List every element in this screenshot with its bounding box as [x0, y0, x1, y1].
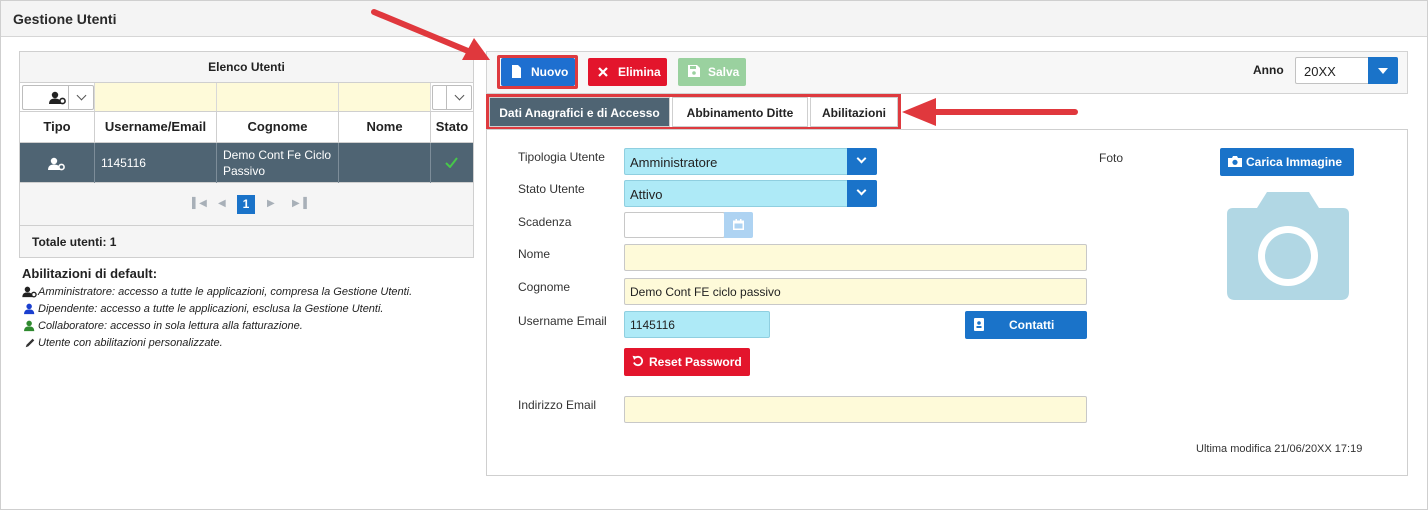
- cell-cognome-text: Demo Cont Fe Ciclo Passivo: [223, 148, 332, 178]
- year-select-value: 20XX: [1304, 64, 1336, 79]
- total-users: Totale utenti: 1: [32, 235, 117, 249]
- stato-value: Attivo: [630, 187, 663, 202]
- email-input[interactable]: [624, 396, 1087, 423]
- filter-cell-tipo: [20, 83, 95, 111]
- foto-label: Foto: [1099, 151, 1124, 165]
- reset-password-button[interactable]: Reset Password: [624, 348, 750, 376]
- column-header-cognome[interactable]: Cognome: [217, 112, 339, 142]
- save-button-label: Salva: [708, 65, 740, 79]
- column-header-username[interactable]: Username/Email: [95, 112, 217, 142]
- cell-stato: [431, 143, 473, 183]
- nome-filter-input[interactable]: [339, 83, 431, 111]
- column-header-nome[interactable]: Nome: [339, 112, 431, 142]
- page-header: Gestione Utenti: [1, 1, 1427, 37]
- admin-user-icon: [22, 286, 37, 298]
- cognome-input[interactable]: Demo Cont FE ciclo passivo: [624, 278, 1087, 305]
- users-list-title: Elenco Utenti: [20, 52, 473, 83]
- type-filter-dropdown[interactable]: [22, 85, 94, 110]
- cognome-value: Demo Cont FE ciclo passivo: [630, 285, 781, 299]
- legend-custom-text: Utente con abilitazioni personalizzate.: [38, 337, 223, 349]
- reset-password-label: Reset Password: [649, 355, 742, 369]
- last-modified: Ultima modifica 21/06/20XX 17:19: [1196, 443, 1363, 455]
- username-label: Username Email: [518, 314, 607, 328]
- users-grid-header: Tipo Username/Email Cognome Nome Stato: [20, 112, 473, 143]
- upload-image-label: Carica Immagine: [1246, 155, 1343, 169]
- legend-collaborator: Collaboratore: accesso in sola lettura a…: [22, 318, 472, 335]
- caret-down-icon[interactable]: [1368, 57, 1398, 84]
- chevron-down-icon[interactable]: [847, 148, 877, 175]
- cell-username-text: 1145116: [101, 156, 146, 170]
- tipologia-select[interactable]: Amministratore: [624, 148, 877, 175]
- page-title: Gestione Utenti: [13, 11, 117, 27]
- save-button[interactable]: Salva: [678, 58, 746, 86]
- collaborator-user-icon: [24, 320, 35, 332]
- username-filter-input[interactable]: [95, 83, 217, 111]
- username-value: 1145116: [630, 318, 675, 332]
- cell-nome: [339, 143, 431, 183]
- default-permissions-title: Abilitazioni di default:: [22, 266, 158, 281]
- pencil-icon: [25, 338, 35, 348]
- email-label: Indirizzo Email: [518, 398, 597, 412]
- check-icon: [445, 157, 458, 168]
- legend-admin: Amministratore: accesso a tutte le appli…: [22, 284, 472, 301]
- annotation-highlight-new: [497, 55, 578, 89]
- legend-employee: Dipendente: accesso a tutte le applicazi…: [22, 301, 472, 318]
- admin-user-icon: [48, 157, 65, 171]
- year-label: Anno: [1253, 63, 1284, 77]
- table-row[interactable]: 1145116 Demo Cont Fe Ciclo Passivo: [20, 143, 473, 183]
- stato-label: Stato Utente: [518, 182, 585, 196]
- cell-username: 1145116: [95, 143, 217, 183]
- contatti-button[interactable]: Contatti: [965, 311, 1087, 339]
- cognome-label: Cognome: [518, 280, 571, 294]
- scadenza-input[interactable]: [624, 212, 725, 238]
- tipologia-value: Amministratore: [630, 155, 718, 170]
- employee-user-icon: [24, 303, 35, 315]
- legend-collaborator-text: Collaboratore: accesso in sola lettura a…: [38, 320, 303, 332]
- chevron-down-icon[interactable]: [68, 86, 94, 109]
- current-page[interactable]: 1: [237, 195, 255, 214]
- calendar-glyph-icon: [733, 219, 744, 230]
- upload-image-button[interactable]: Carica Immagine: [1220, 148, 1354, 176]
- legend-custom: Utente con abilitazioni personalizzate.: [22, 335, 472, 352]
- column-header-tipo[interactable]: Tipo: [20, 112, 95, 142]
- year-select[interactable]: 20XX: [1295, 57, 1398, 84]
- column-header-stato[interactable]: Stato: [431, 112, 473, 142]
- delete-button-label: Elimina: [618, 65, 661, 79]
- stato-select[interactable]: Attivo: [624, 180, 877, 207]
- delete-button[interactable]: Elimina: [588, 58, 667, 86]
- pager: ▌◀ ◀ 1 ▶ ▶▐: [20, 183, 473, 226]
- reset-icon: [632, 355, 644, 367]
- contatti-button-label: Contatti: [1009, 318, 1055, 332]
- next-page-icon[interactable]: ▶: [267, 198, 275, 209]
- state-filter-dropdown[interactable]: [432, 85, 472, 110]
- annotation-highlight-tabs: [486, 94, 901, 130]
- chevron-down-icon[interactable]: [847, 180, 877, 207]
- tipologia-label: Tipologia Utente: [518, 150, 605, 164]
- last-page-icon[interactable]: ▶▐: [292, 198, 307, 209]
- username-input[interactable]: 1145116: [624, 311, 770, 338]
- users-list-panel: Elenco Utenti Tipo Username/Email Cognom…: [19, 51, 474, 258]
- cell-cognome: Demo Cont Fe Ciclo Passivo: [217, 143, 339, 183]
- filter-row: [20, 83, 473, 112]
- default-permissions: Abilitazioni di default: Amministratore:…: [22, 266, 472, 352]
- admin-user-icon: [49, 91, 66, 105]
- legend-employee-text: Dipendente: accesso a tutte le applicazi…: [38, 303, 384, 315]
- legend-admin-text: Amministratore: accesso a tutte le appli…: [38, 286, 413, 298]
- close-icon: [598, 67, 608, 77]
- first-page-icon[interactable]: ▌◀: [192, 198, 207, 209]
- nome-input[interactable]: [624, 244, 1087, 271]
- scadenza-label: Scadenza: [518, 215, 572, 229]
- contact-card-icon: [974, 318, 984, 331]
- cognome-filter-input[interactable]: [217, 83, 339, 111]
- prev-page-icon[interactable]: ◀: [218, 198, 226, 209]
- calendar-icon[interactable]: [724, 212, 753, 238]
- cell-tipo: [20, 143, 95, 183]
- camera-icon: [1228, 156, 1242, 167]
- chevron-down-icon[interactable]: [446, 86, 472, 109]
- nome-label: Nome: [518, 247, 551, 261]
- photo-placeholder-camera-icon: [1227, 192, 1349, 300]
- floppy-disk-icon: [688, 65, 700, 77]
